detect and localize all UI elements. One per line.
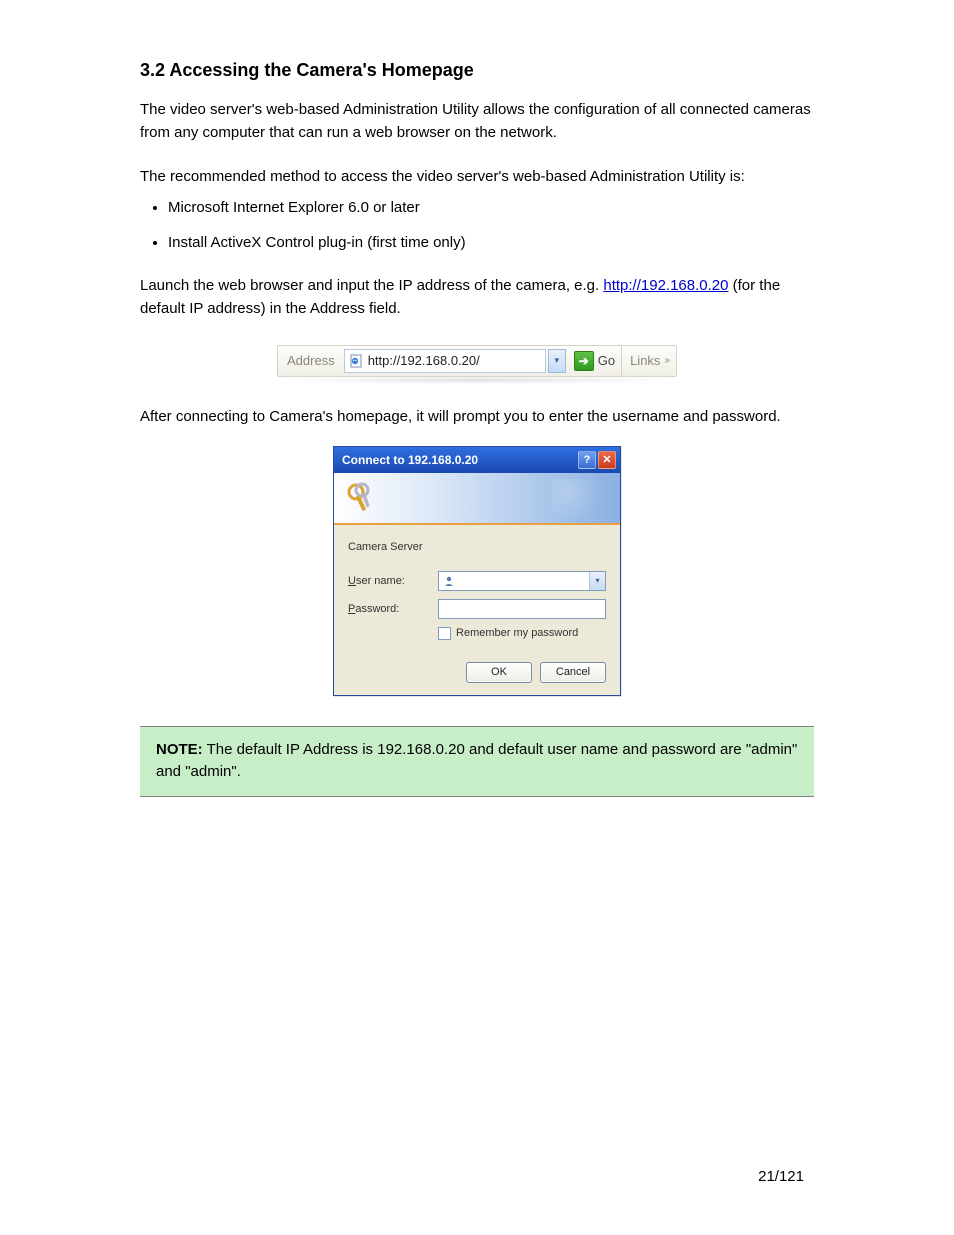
example-ip-link[interactable]: http://192.168.0.20 [603,277,728,294]
remember-label: Remember my password [456,627,578,639]
address-url-text: http://192.168.0.20/ [368,353,540,368]
close-button[interactable]: ✕ [598,451,616,469]
go-label: Go [598,353,615,368]
requirements-intro: The recommended method to access the vid… [140,168,814,185]
links-label[interactable]: Links » [621,346,676,376]
password-input[interactable] [438,599,606,619]
ok-button[interactable]: OK [466,662,532,683]
page-number: 21/121 [758,1168,804,1185]
chevrons-icon: » [664,355,670,366]
dialog-banner [334,473,620,525]
username-label: User name: [348,575,438,587]
launch-instruction: Launch the web browser and input the IP … [140,274,814,321]
list-item: Install ActiveX Control plug-in (first t… [168,232,814,255]
ie-page-icon [350,354,364,368]
go-button[interactable]: ➔ Go [568,346,621,376]
after-launch-text: After connecting to Camera's homepage, i… [140,405,814,428]
username-combobox[interactable]: ▾ [438,571,606,591]
go-arrow-icon: ➔ [574,351,594,371]
list-item: Microsoft Internet Explorer 6.0 or later [168,197,814,220]
server-label: Camera Server [348,541,606,553]
user-icon [442,574,456,588]
note-prefix: NOTE: [156,741,203,758]
address-bar: Address http://192.168.0.20/ ▾ ➔ Go Link… [277,345,677,377]
launch-text-prefix: Launch the web browser and input the IP … [140,277,603,294]
dialog-title: Connect to 192.168.0.20 [342,453,578,467]
intro-paragraph: The video server's web-based Administrat… [140,99,814,144]
links-text: Links [630,353,660,368]
address-label: Address [278,346,344,376]
password-label: Password: [348,603,438,615]
note-body: The default IP Address is 192.168.0.20 a… [156,741,797,781]
dialog-titlebar: Connect to 192.168.0.20 ? ✕ [334,447,620,473]
help-button[interactable]: ? [578,451,596,469]
requirements-list: Microsoft Internet Explorer 6.0 or later… [140,197,814,254]
chevron-down-icon[interactable]: ▾ [589,572,605,590]
auth-dialog: Connect to 192.168.0.20 ? ✕ Camera [333,446,621,696]
note-box: NOTE: The default IP Address is 192.168.… [140,726,814,797]
remember-checkbox[interactable] [438,627,451,640]
address-field[interactable]: http://192.168.0.20/ [344,349,546,373]
cancel-button[interactable]: Cancel [540,662,606,683]
section-title: 3.2 Accessing the Camera's Homepage [140,60,814,81]
keys-icon [344,480,380,516]
address-dropdown-icon[interactable]: ▾ [548,349,566,373]
